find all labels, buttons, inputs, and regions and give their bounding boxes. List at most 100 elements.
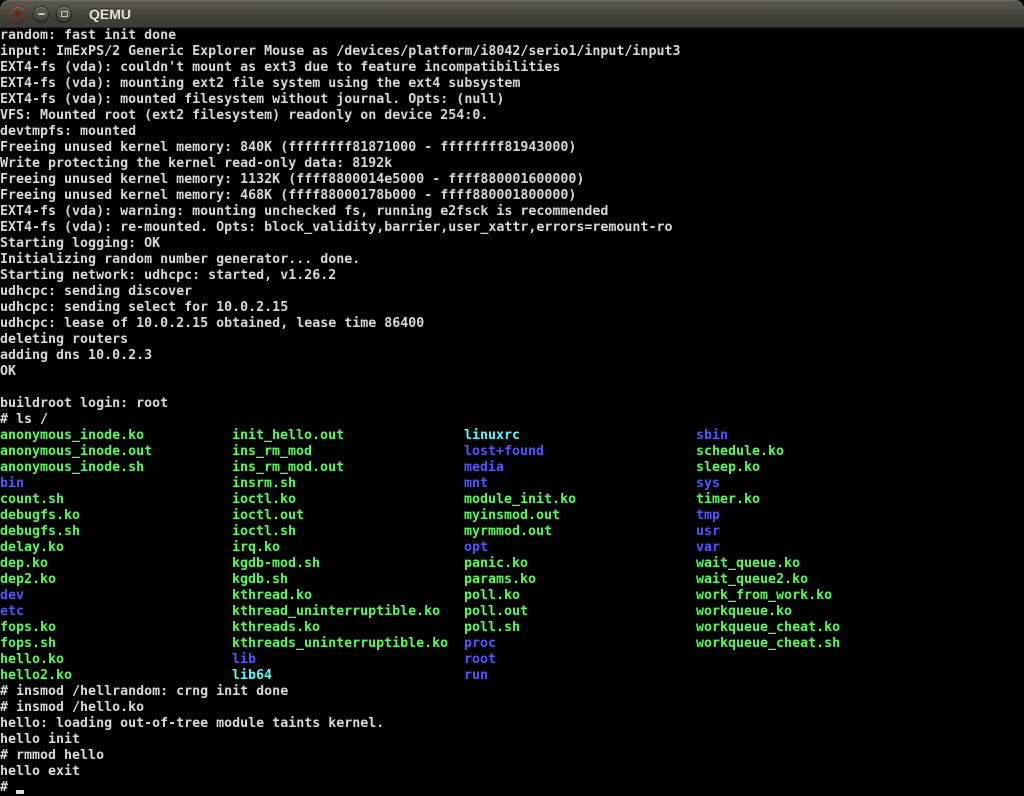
terminal-line: deleting routers	[0, 332, 1024, 348]
terminal-line: hello exit	[0, 764, 1024, 780]
maximize-button[interactable]	[56, 6, 72, 22]
terminal-line: # insmod /hellrandom: crng init done	[0, 684, 1024, 700]
ls-entry: fops.ko	[0, 620, 232, 636]
ls-entry: count.sh	[0, 492, 232, 508]
maximize-icon	[61, 11, 68, 17]
ls-entry: anonymous_inode.sh	[0, 460, 232, 476]
terminal-line: udhcpc: sending discover	[0, 284, 1024, 300]
ls-entry: wait_queue.ko	[696, 556, 928, 572]
close-icon	[14, 10, 22, 18]
ls-entry: debugfs.sh	[0, 524, 232, 540]
ls-entry: anonymous_inode.ko	[0, 428, 232, 444]
terminal-line: devtmpfs: mounted	[0, 124, 1024, 140]
ls-entry: dev	[0, 588, 232, 604]
terminal-line: Write protecting the kernel read-only da…	[0, 156, 1024, 172]
close-button[interactable]	[10, 6, 26, 22]
terminal-line: udhcpc: sending select for 10.0.2.15	[0, 300, 1024, 316]
boot-log: random: fast init doneinput: ImExPS/2 Ge…	[0, 28, 1024, 428]
ls-entry: ins_rm_mod.out	[232, 460, 464, 476]
window-title: QEMU	[89, 6, 131, 22]
ls-column: sbinschedule.kosleep.kosystimer.kotmpusr…	[696, 428, 928, 652]
ls-entry: run	[464, 668, 696, 684]
ls-entry: root	[464, 652, 696, 668]
terminal-line: Starting logging: OK	[0, 236, 1024, 252]
window-titlebar[interactable]: QEMU	[0, 0, 1024, 28]
ls-entry: kgdb.sh	[232, 572, 464, 588]
ls-entry: ioctl.ko	[232, 492, 464, 508]
terminal-line: EXT4-fs (vda): mounting ext2 file system…	[0, 76, 1024, 92]
ls-entry: proc	[464, 636, 696, 652]
ls-entry: module_init.ko	[464, 492, 696, 508]
terminal-line: EXT4-fs (vda): warning: mounting uncheck…	[0, 204, 1024, 220]
ls-entry: workqueue_cheat.sh	[696, 636, 928, 652]
ls-entry: hello2.ko	[0, 668, 232, 684]
ls-entry: schedule.ko	[696, 444, 928, 460]
terminal-line: udhcpc: lease of 10.0.2.15 obtained, lea…	[0, 316, 1024, 332]
terminal-line: buildroot login: root	[0, 396, 1024, 412]
ls-entry: kthreads.ko	[232, 620, 464, 636]
terminal-line: # ls /	[0, 412, 1024, 428]
ls-entry: usr	[696, 524, 928, 540]
text-cursor	[16, 790, 24, 794]
ls-entry: dep.ko	[0, 556, 232, 572]
ls-entry: debugfs.ko	[0, 508, 232, 524]
ls-entry: myrmmod.out	[464, 524, 696, 540]
prompt-line: #	[0, 780, 1024, 796]
command-log: # insmod /hellrandom: crng init done# in…	[0, 684, 1024, 780]
terminal-line: EXT4-fs (vda): re-mounted. Opts: block_v…	[0, 220, 1024, 236]
terminal-line: Freeing unused kernel memory: 468K (ffff…	[0, 188, 1024, 204]
shell-prompt: #	[0, 780, 16, 795]
ls-entry: kthread.ko	[232, 588, 464, 604]
terminal-line: hello init	[0, 732, 1024, 748]
ls-entry: wait_queue2.ko	[696, 572, 928, 588]
terminal-screen[interactable]: random: fast init doneinput: ImExPS/2 Ge…	[0, 28, 1024, 796]
terminal-line: hello: loading out-of-tree module taints…	[0, 716, 1024, 732]
ls-column: anonymous_inode.koanonymous_inode.outano…	[0, 428, 232, 684]
ls-entry: init_hello.out	[232, 428, 464, 444]
ls-entry: opt	[464, 540, 696, 556]
ls-entry: hello.ko	[0, 652, 232, 668]
terminal-line: EXT4-fs (vda): couldn't mount as ext3 du…	[0, 60, 1024, 76]
ls-entry: tmp	[696, 508, 928, 524]
minimize-button[interactable]	[33, 6, 49, 22]
ls-entry: bin	[0, 476, 232, 492]
ls-entry: kthreads_uninterruptible.ko	[232, 636, 464, 652]
ls-entry: workqueue.ko	[696, 604, 928, 620]
ls-entry: mnt	[464, 476, 696, 492]
ls-entry: insrm.sh	[232, 476, 464, 492]
ls-entry: ins_rm_mod	[232, 444, 464, 460]
ls-entry: irq.ko	[232, 540, 464, 556]
ls-entry: ioctl.out	[232, 508, 464, 524]
ls-column: linuxrclost+foundmediamntmodule_init.kom…	[464, 428, 696, 684]
ls-entry: myinsmod.out	[464, 508, 696, 524]
ls-entry: work_from_work.ko	[696, 588, 928, 604]
terminal-line: Freeing unused kernel memory: 1132K (fff…	[0, 172, 1024, 188]
terminal-line	[0, 380, 1024, 396]
minimize-icon	[38, 13, 45, 15]
terminal-line: # rmmod hello	[0, 748, 1024, 764]
terminal-line: OK	[0, 364, 1024, 380]
terminal-line: input: ImExPS/2 Generic Explorer Mouse a…	[0, 44, 1024, 60]
ls-entry: anonymous_inode.out	[0, 444, 232, 460]
ls-entry: poll.sh	[464, 620, 696, 636]
ls-output: anonymous_inode.koanonymous_inode.outano…	[0, 428, 1024, 684]
terminal-line: adding dns 10.0.2.3	[0, 348, 1024, 364]
ls-entry: ioctl.sh	[232, 524, 464, 540]
ls-entry: linuxrc	[464, 428, 696, 444]
terminal-line: # insmod /hello.ko	[0, 700, 1024, 716]
ls-entry: delay.ko	[0, 540, 232, 556]
terminal-line: VFS: Mounted root (ext2 filesystem) read…	[0, 108, 1024, 124]
ls-entry: fops.sh	[0, 636, 232, 652]
ls-entry: lost+found	[464, 444, 696, 460]
ls-entry: sleep.ko	[696, 460, 928, 476]
ls-entry: workqueue_cheat.ko	[696, 620, 928, 636]
ls-entry: etc	[0, 604, 232, 620]
ls-entry: panic.ko	[464, 556, 696, 572]
terminal-line: random: fast init done	[0, 28, 1024, 44]
terminal-line: Freeing unused kernel memory: 840K (ffff…	[0, 140, 1024, 156]
ls-entry: kgdb-mod.sh	[232, 556, 464, 572]
ls-entry: var	[696, 540, 928, 556]
ls-entry: lib	[232, 652, 464, 668]
terminal-line: Starting network: udhcpc: started, v1.26…	[0, 268, 1024, 284]
ls-entry: poll.out	[464, 604, 696, 620]
